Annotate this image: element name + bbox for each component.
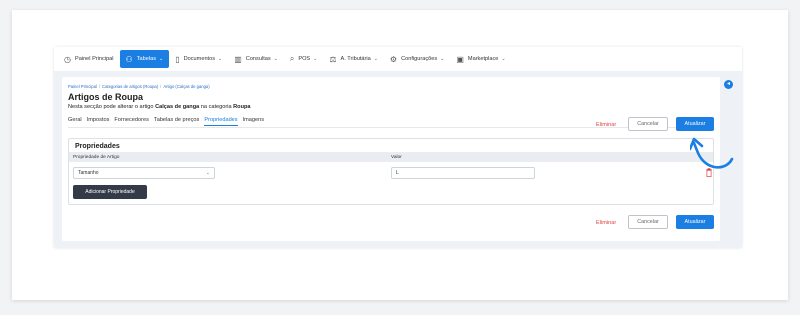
page-subtitle: Nesta secção pode alterar o artigo Calça… xyxy=(68,104,251,110)
property-select-value: Tamanho xyxy=(78,170,99,176)
tab-4[interactable]: Propriedades xyxy=(204,117,238,126)
annotation-arrow-icon xyxy=(690,137,734,169)
chevron-down-icon: ⌄ xyxy=(159,56,164,62)
tab-divider xyxy=(68,127,714,128)
column-header-property: Propriedade de Artigo xyxy=(73,155,120,160)
nav-item-label: Consultas xyxy=(245,56,271,62)
chevron-down-icon: ⌄ xyxy=(373,56,378,62)
chevron-down-icon: ⌄ xyxy=(273,56,278,62)
subtitle-prefix: Nesta secção pode alterar o artigo xyxy=(68,104,156,110)
cancel-button[interactable]: Cancelar xyxy=(628,117,668,131)
breadcrumb-separator: / xyxy=(98,84,101,89)
delete-button[interactable]: Eliminar xyxy=(596,122,616,128)
chevron-down-icon: ⌄ xyxy=(440,56,445,62)
nav-item-label: Marketplace xyxy=(467,56,499,62)
property-select[interactable]: Tamanho ⌄ xyxy=(73,167,215,179)
breadcrumb-item-category[interactable]: Categorias de artigos (Roupa) xyxy=(102,84,158,89)
document-icon: ▯ xyxy=(175,54,180,64)
subtitle-category: Roupa xyxy=(233,104,251,110)
properties-section: Propriedades Propriedade de Artigo Valor… xyxy=(68,138,714,205)
add-property-button[interactable]: Adicionar Propriedade xyxy=(73,185,147,199)
tab-bar: Geral Impostos Fornecedores Tabelas de preç… xyxy=(68,117,269,126)
chevron-down-icon: ⌄ xyxy=(205,170,210,176)
tables-icon: ⚇ xyxy=(125,54,133,64)
chart-icon: ▥ xyxy=(234,54,242,64)
nav-item-0[interactable]: ◷ Painel Principal xyxy=(58,50,120,68)
tab-0[interactable]: Geral xyxy=(68,117,82,126)
marketplace-icon: ▣ xyxy=(456,54,464,64)
nav-item-1[interactable]: ⚇ Tabelas ⌄ xyxy=(119,50,170,68)
breadcrumb-item-home[interactable]: Painel Principal xyxy=(68,84,97,89)
cancel-button-bottom[interactable]: Cancelar xyxy=(628,215,668,229)
nav-item-label: A. Tributária xyxy=(340,56,371,62)
tab-3[interactable]: Tabelas de preços xyxy=(154,117,199,126)
column-header-value: Valor xyxy=(391,155,402,160)
app-window: ◷ Painel Principal ⚇ Tabelas ⌄ ▯ Documentos ⌄ ▥ C… xyxy=(54,47,742,248)
chevron-down-icon: ⌄ xyxy=(501,56,506,62)
pos-icon: ⌕ xyxy=(289,54,295,63)
nav-item-5[interactable]: ⚖ A. Tributária ⌄ xyxy=(323,50,384,68)
nav-item-label: Configurações xyxy=(401,56,438,62)
subtitle-article: Calças de ganga xyxy=(155,104,200,110)
collapse-icon[interactable]: ◂ xyxy=(724,80,733,89)
page-title: Artigos de Roupa xyxy=(68,92,144,102)
tab-5[interactable]: Imagens xyxy=(243,117,264,126)
breadcrumb: Painel Principal / Categorias de artigos (… xyxy=(68,84,210,89)
breadcrumb-item-article[interactable]: Artigo (Calças de ganga) xyxy=(163,84,209,89)
nav-item-6[interactable]: ⚙ Configurações ⌄ xyxy=(384,50,450,68)
nav-item-4[interactable]: ⌕ POS ⌄ xyxy=(284,50,324,68)
nav-item-2[interactable]: ▯ Documentos ⌄ xyxy=(169,50,228,68)
nav-item-label: Tabelas xyxy=(136,56,156,62)
chevron-down-icon: ⌄ xyxy=(218,56,223,62)
nav-item-label: Painel Principal xyxy=(74,56,114,62)
dashboard-icon: ◷ xyxy=(64,54,71,64)
nav-item-label: Documentos xyxy=(183,56,216,62)
property-value-input[interactable]: L xyxy=(391,167,535,179)
tax-icon: ⚖ xyxy=(329,54,337,64)
top-navigation: ◷ Painel Principal ⚇ Tabelas ⌄ ▯ Documentos ⌄ ▥ C… xyxy=(54,47,742,71)
properties-table-header: Propriedade de Artigo Valor xyxy=(69,152,713,162)
nav-item-label: POS xyxy=(298,56,311,62)
chevron-down-icon: ⌄ xyxy=(313,56,318,62)
breadcrumb-separator: / xyxy=(160,84,162,89)
properties-title: Propriedades xyxy=(75,143,120,150)
tab-1[interactable]: Impostos xyxy=(87,117,110,126)
nav-item-7[interactable]: ▣ Marketplace ⌄ xyxy=(450,50,511,68)
delete-button-bottom[interactable]: Eliminar xyxy=(596,220,616,226)
update-button-bottom[interactable]: Atualizar xyxy=(676,215,714,229)
main-panel: Painel Principal / Categorias de artigos (… xyxy=(62,77,720,241)
subtitle-middle: na categoria xyxy=(199,104,234,110)
nav-item-3[interactable]: ▥ Consultas ⌄ xyxy=(228,50,284,68)
settings-icon: ⚙ xyxy=(389,54,398,64)
tab-2[interactable]: Fornecedores xyxy=(114,117,149,126)
